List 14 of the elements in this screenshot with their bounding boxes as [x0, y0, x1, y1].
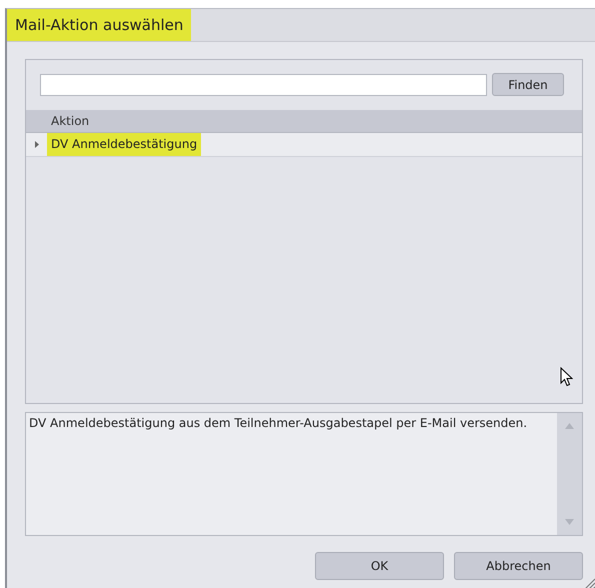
ok-button[interactable]: OK: [315, 552, 444, 580]
scroll-up-icon[interactable]: [565, 423, 574, 429]
find-button[interactable]: Finden: [492, 73, 564, 96]
cancel-button[interactable]: Abbrechen: [454, 552, 583, 580]
expand-arrow-icon[interactable]: [34, 141, 38, 148]
table-cell[interactable]: DV Anmeldebestätigung: [47, 133, 202, 156]
scroll-down-icon[interactable]: [565, 519, 574, 525]
description-text: DV Anmeldebestätigung aus dem Teilnehmer-Ausgabestapel per E-Mail versenden.: [28, 415, 528, 432]
scrollbar[interactable]: [557, 413, 582, 535]
search-field[interactable]: [40, 74, 487, 96]
resize-grip-icon[interactable]: [583, 577, 595, 588]
column-header[interactable]: Aktion: [47, 110, 90, 132]
mouse-cursor-icon: [560, 367, 573, 387]
window-title: Mail-Aktion auswählen: [7, 9, 192, 41]
